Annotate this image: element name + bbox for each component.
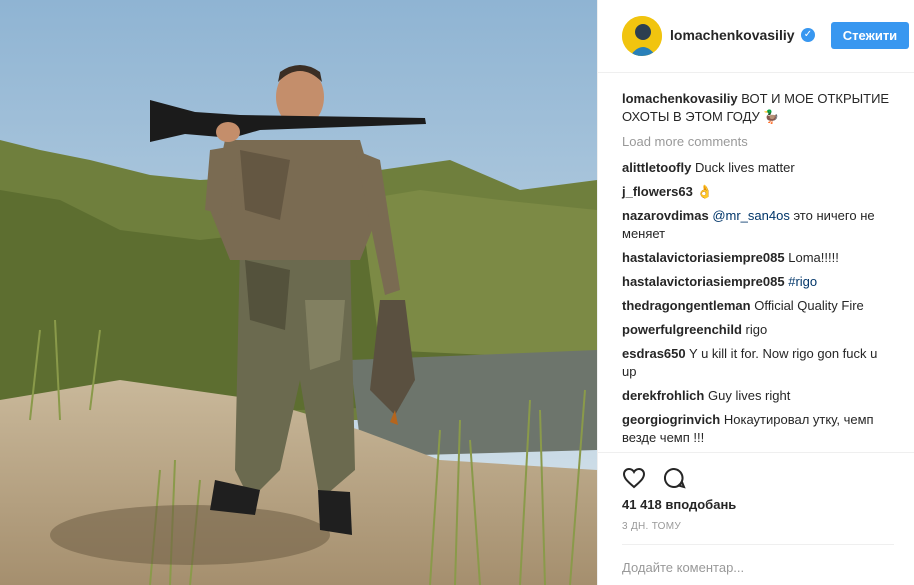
comment-item: esdras650 Y u kill it for. Now rigo gon … (622, 345, 894, 381)
add-comment-area (622, 544, 894, 585)
follow-button[interactable]: Стежити (831, 22, 909, 49)
comment-item: hastalavictoriasiempre085 #rigo (622, 273, 894, 291)
actions-bar (598, 452, 914, 489)
comment-username[interactable]: esdras650 (622, 346, 686, 361)
comment-username[interactable]: j_flowers63 (622, 184, 693, 199)
comments-list: lomachenkovasiliy ВОТ И МОЕ ОТКРЫТИЕ ОХО… (622, 90, 894, 453)
comment-username[interactable]: thedragongentleman (622, 298, 751, 313)
comment-username[interactable]: derekfrohlich (622, 388, 704, 403)
comment-bubble-icon[interactable] (662, 466, 686, 495)
comment-item: thedragongentleman Official Quality Fire (622, 297, 894, 315)
comment-text: Guy lives right (707, 388, 791, 403)
post-timestamp: 3 ДН. ТОМУ (622, 521, 682, 532)
heart-icon[interactable] (622, 466, 646, 495)
comment-text: Official Quality Fire (754, 298, 864, 313)
comment-item: j_flowers63 👌 (622, 183, 894, 201)
caption-username[interactable]: lomachenkovasiliy (622, 91, 738, 106)
post-header: lomachenkovasiliy ✓ Стежити (598, 0, 914, 73)
comment-text: Loma!!!!! (788, 250, 839, 265)
comment-mention[interactable]: @mr_san4os (712, 208, 790, 223)
post-photo[interactable] (0, 0, 597, 585)
comment-mention[interactable]: #rigo (788, 274, 817, 289)
comment-username[interactable]: powerfulgreenchild (622, 322, 742, 337)
likes-count[interactable]: 41 418 вподобань (622, 497, 736, 512)
avatar[interactable] (622, 16, 662, 56)
avatar-image (622, 16, 662, 56)
post-sidebar: lomachenkovasiliy ✓ Стежити lomachenkova… (597, 0, 914, 585)
comment-username[interactable]: hastalavictoriasiempre085 (622, 250, 785, 265)
comment-username[interactable]: georgiogrinvich (622, 412, 720, 427)
comment-item: alittletoofly Duck lives matter (622, 159, 894, 177)
comment-item: nazarovdimas @mr_san4os это ничего не ме… (622, 207, 894, 243)
comment-username[interactable]: hastalavictoriasiempre085 (622, 274, 785, 289)
comment-item: hastalavictoriasiempre085 Loma!!!!! (622, 249, 894, 267)
comment-item: powerfulgreenchild rigo (622, 321, 894, 339)
add-comment-input[interactable] (622, 560, 894, 575)
post-caption: lomachenkovasiliy ВОТ И МОЕ ОТКРЫТИЕ ОХО… (622, 90, 894, 126)
comment-text: rigo (745, 322, 768, 337)
comment-username[interactable]: alittletoofly (622, 160, 691, 175)
hunter-photo (0, 0, 597, 585)
comment-text: Duck lives matter (694, 160, 795, 175)
post-author-username[interactable]: lomachenkovasiliy (670, 27, 795, 43)
comment-text: 👌 (696, 184, 713, 199)
load-more-comments-button[interactable]: Load more comments (622, 133, 894, 151)
comment-item: derekfrohlich Guy lives right (622, 387, 894, 405)
verified-badge-icon: ✓ (801, 28, 815, 42)
comment-item: georgiogrinvich Нокаутировал утку, чемп … (622, 411, 894, 447)
comment-username[interactable]: nazarovdimas (622, 208, 709, 223)
